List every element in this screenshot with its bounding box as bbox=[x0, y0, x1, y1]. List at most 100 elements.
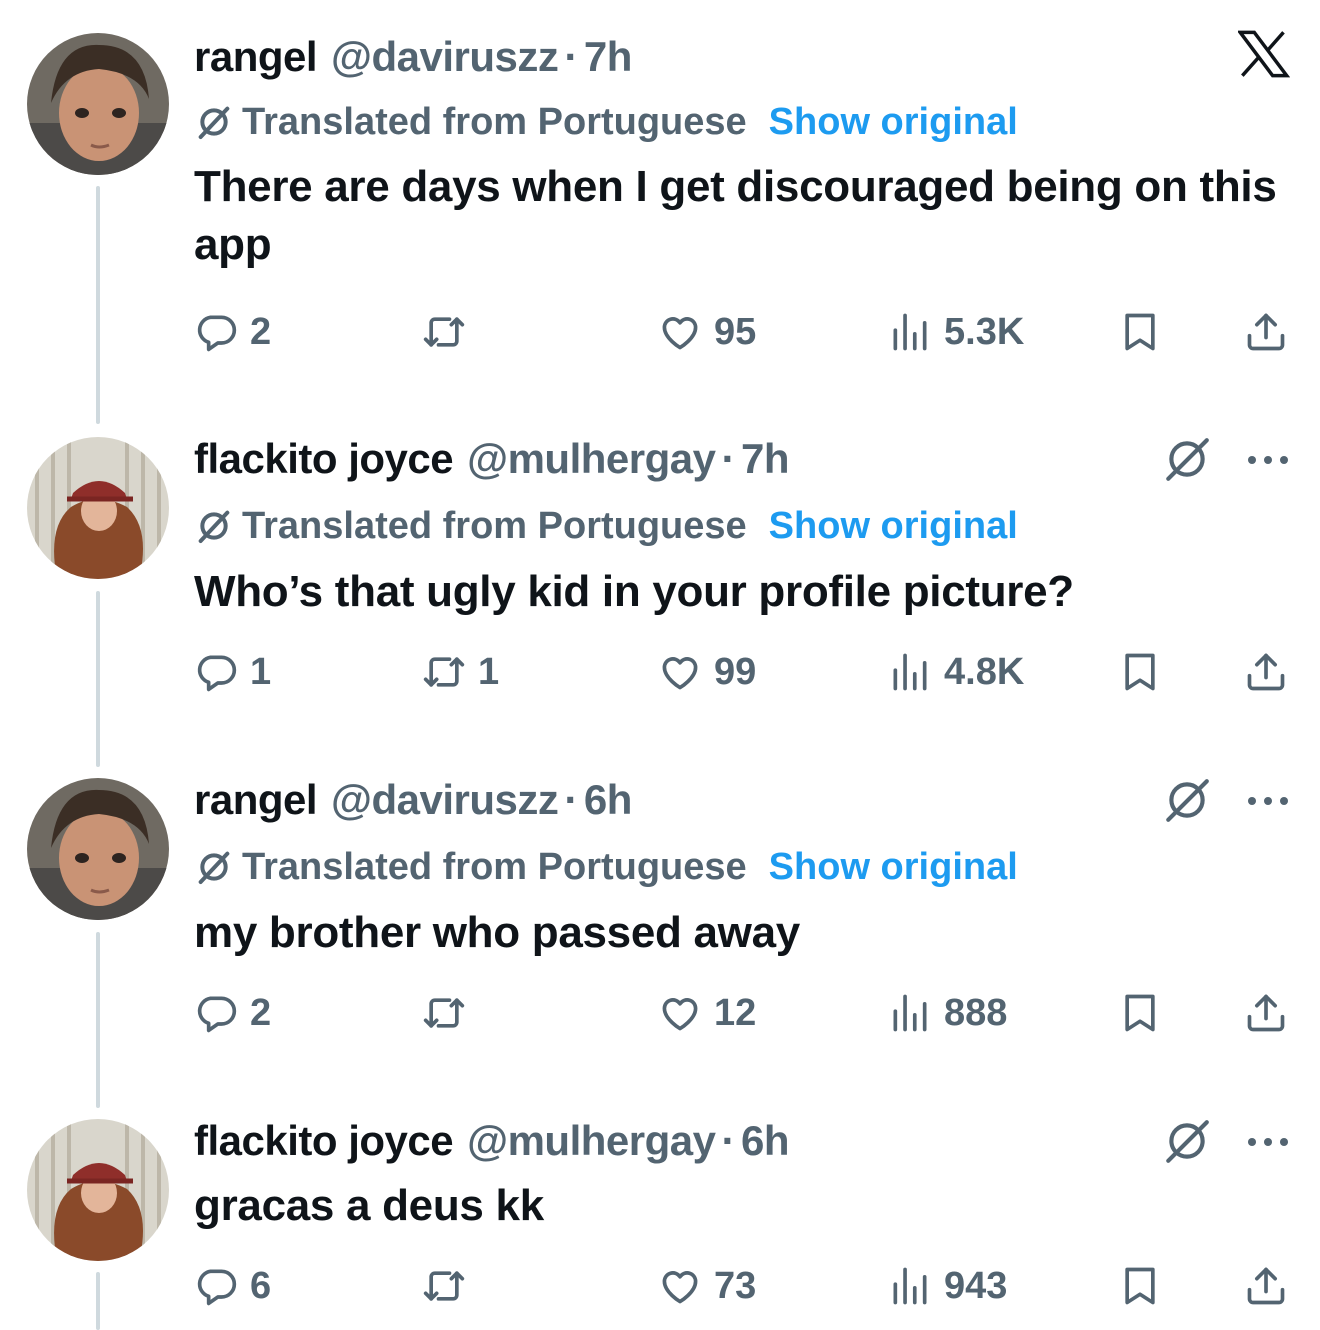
heart-icon bbox=[658, 991, 702, 1035]
bookmark-icon bbox=[1118, 310, 1162, 354]
more-options-icon[interactable] bbox=[1246, 450, 1290, 470]
views-button[interactable]: 943 bbox=[888, 1261, 1007, 1311]
tweet-text: gracas a deus kk bbox=[194, 1181, 544, 1230]
like-button[interactable]: 73 bbox=[658, 1261, 756, 1311]
view-count: 943 bbox=[944, 1264, 1008, 1307]
like-button[interactable]: 12 bbox=[658, 988, 756, 1038]
translation-notice: Translated from Portuguese Show original bbox=[194, 844, 1018, 890]
grok-icon[interactable] bbox=[1162, 434, 1212, 484]
reply-icon bbox=[194, 310, 238, 354]
author-handle[interactable]: @daviruszz bbox=[331, 776, 559, 824]
share-button[interactable] bbox=[1244, 647, 1288, 697]
reply-icon bbox=[194, 1264, 238, 1308]
grok-icon[interactable] bbox=[1162, 1116, 1212, 1166]
bookmark-button[interactable] bbox=[1118, 1261, 1162, 1311]
heart-icon bbox=[658, 1264, 702, 1308]
thread-line bbox=[96, 932, 100, 1108]
tweet-actions: 2 95 5.3K bbox=[194, 307, 1294, 357]
translation-notice: Translated from Portuguese Show original bbox=[194, 99, 1018, 145]
share-button[interactable] bbox=[1244, 307, 1288, 357]
repost-count: 1 bbox=[478, 650, 500, 693]
share-icon bbox=[1244, 310, 1288, 354]
views-button[interactable]: 5.3K bbox=[888, 307, 1024, 357]
share-icon bbox=[1244, 991, 1288, 1035]
repost-button[interactable] bbox=[422, 1261, 478, 1311]
author-handle[interactable]: @daviruszz bbox=[331, 33, 559, 81]
avatar[interactable] bbox=[27, 33, 169, 175]
views-icon bbox=[888, 991, 932, 1035]
tweet-header: flackito joyce @mulhergay · 7h bbox=[194, 434, 789, 484]
reply-count: 2 bbox=[250, 991, 272, 1034]
reply-button[interactable]: 6 bbox=[194, 1261, 271, 1311]
avatar[interactable] bbox=[27, 437, 169, 579]
share-button[interactable] bbox=[1244, 1261, 1288, 1311]
views-icon bbox=[888, 310, 932, 354]
show-original-link[interactable]: Show original bbox=[769, 101, 1018, 144]
like-count: 73 bbox=[714, 1264, 757, 1307]
views-icon bbox=[888, 1264, 932, 1308]
timestamp[interactable]: 6h bbox=[584, 776, 633, 824]
avatar[interactable] bbox=[27, 1119, 169, 1261]
avatar[interactable] bbox=[27, 778, 169, 920]
reply-button[interactable]: 2 bbox=[194, 988, 271, 1038]
heart-icon bbox=[658, 310, 702, 354]
show-original-link[interactable]: Show original bbox=[769, 846, 1018, 889]
repost-button[interactable] bbox=[422, 307, 478, 357]
like-button[interactable]: 99 bbox=[658, 647, 756, 697]
author-name[interactable]: flackito joyce bbox=[194, 1117, 454, 1165]
author-handle[interactable]: @mulhergay bbox=[467, 435, 716, 483]
translate-icon bbox=[194, 506, 234, 546]
translation-label: Translated from Portuguese bbox=[242, 100, 747, 143]
views-button[interactable]: 888 bbox=[888, 988, 1007, 1038]
bookmark-icon bbox=[1118, 1264, 1162, 1308]
repost-button[interactable] bbox=[422, 988, 478, 1038]
more-options-icon[interactable] bbox=[1246, 791, 1290, 811]
author-name[interactable]: rangel bbox=[194, 776, 318, 824]
repost-icon bbox=[422, 1264, 466, 1308]
reply-button[interactable]: 1 bbox=[194, 647, 271, 697]
thread-line bbox=[96, 591, 100, 767]
translation-label: Translated from Portuguese bbox=[242, 845, 747, 888]
thread-line bbox=[96, 186, 100, 424]
reply-button[interactable]: 2 bbox=[194, 307, 271, 357]
repost-icon bbox=[422, 991, 466, 1035]
tweet-header: rangel @daviruszz · 7h bbox=[194, 32, 632, 82]
reply-icon bbox=[194, 991, 238, 1035]
translate-icon bbox=[194, 847, 234, 887]
repost-icon bbox=[422, 650, 466, 694]
grok-icon[interactable] bbox=[1162, 775, 1212, 825]
timestamp[interactable]: 7h bbox=[741, 435, 790, 483]
reply-count: 2 bbox=[250, 310, 272, 353]
like-button[interactable]: 95 bbox=[658, 307, 756, 357]
share-button[interactable] bbox=[1244, 988, 1288, 1038]
author-handle[interactable]: @mulhergay bbox=[467, 1117, 716, 1165]
bookmark-button[interactable] bbox=[1118, 647, 1162, 697]
author-name[interactable]: rangel bbox=[194, 33, 318, 81]
like-count: 99 bbox=[714, 650, 757, 693]
thread-line bbox=[96, 1272, 100, 1330]
bookmark-button[interactable] bbox=[1118, 988, 1162, 1038]
repost-button[interactable]: 1 bbox=[422, 647, 499, 697]
separator-dot: · bbox=[564, 33, 578, 80]
views-button[interactable]: 4.8K bbox=[888, 647, 1024, 697]
timestamp[interactable]: 7h bbox=[584, 33, 633, 81]
author-name[interactable]: flackito joyce bbox=[194, 435, 454, 483]
tweet-header: flackito joyce @mulhergay · 6h bbox=[194, 1116, 789, 1166]
bookmark-icon bbox=[1118, 650, 1162, 694]
share-icon bbox=[1244, 650, 1288, 694]
separator-dot: · bbox=[564, 776, 578, 823]
tweet-actions: 6 73 943 bbox=[194, 1261, 1294, 1311]
timestamp[interactable]: 6h bbox=[741, 1117, 790, 1165]
view-count: 888 bbox=[944, 991, 1008, 1034]
bookmark-button[interactable] bbox=[1118, 307, 1162, 357]
more-options-icon[interactable] bbox=[1246, 1132, 1290, 1152]
views-icon bbox=[888, 650, 932, 694]
show-original-link[interactable]: Show original bbox=[769, 505, 1018, 548]
separator-dot: · bbox=[721, 1117, 735, 1164]
reply-count: 1 bbox=[250, 650, 272, 693]
x-logo-icon bbox=[1238, 30, 1290, 78]
repost-icon bbox=[422, 310, 466, 354]
tweet-actions: 1 1 99 4.8K bbox=[194, 647, 1294, 697]
translation-label: Translated from Portuguese bbox=[242, 504, 747, 547]
view-count: 5.3K bbox=[944, 310, 1025, 353]
